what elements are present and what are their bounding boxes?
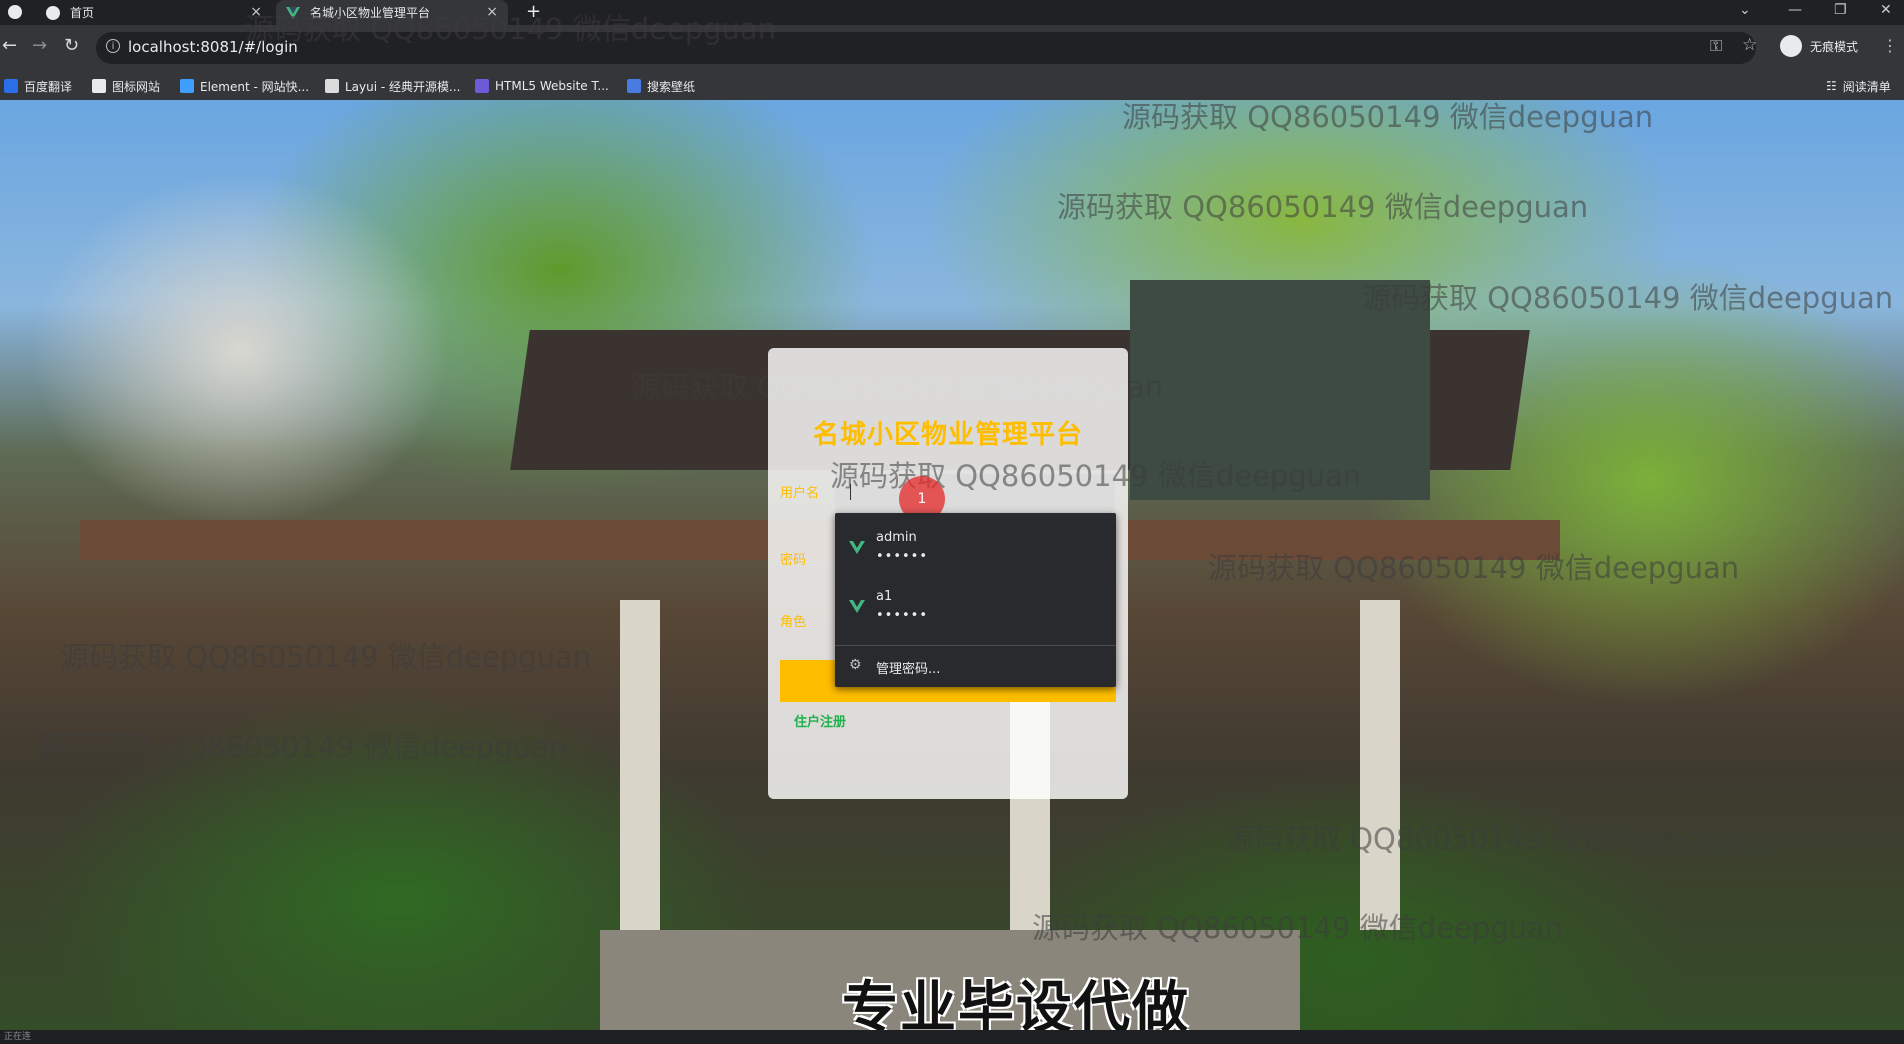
back-icon[interactable]: ← — [2, 35, 17, 56]
watermark: 源码获取 QQ86050149 微信deepguan — [1225, 822, 1757, 856]
watermark: 源码获取 QQ86050149 微信deepguan — [1362, 281, 1894, 315]
bookmark-item[interactable]: 图标网站 — [92, 72, 160, 100]
manage-passwords-item[interactable]: ⚙ 管理密码... — [835, 652, 1116, 682]
gear-icon: ⚙ — [849, 657, 862, 673]
divider — [835, 645, 1116, 646]
restore-icon[interactable]: ❐ — [1834, 2, 1847, 18]
bookmark-item[interactable]: Layui - 经典开源模... — [325, 72, 460, 100]
account-password: •••••• — [876, 608, 929, 623]
account-password: •••••• — [876, 549, 929, 564]
tab-search-icon[interactable]: ⌄ — [1739, 2, 1751, 18]
incognito-label: 无痕模式 — [1810, 39, 1859, 54]
element-icon — [180, 79, 194, 93]
watermark: 源码获取 QQ86050149 微信deepguan — [36, 730, 568, 764]
watermark: 源码获取 QQ86050149 微信deepguan — [1208, 551, 1740, 585]
status-bar — [0, 1030, 1904, 1040]
autofill-account[interactable]: a1 •••••• — [835, 578, 1116, 636]
reading-list-button[interactable]: ☷ 阅读清单 — [1826, 72, 1891, 100]
tab-title: 首页 — [70, 6, 95, 20]
bookmark-label: Element - 网站快... — [200, 79, 310, 94]
bookmark-label: HTML5 Website T... — [495, 79, 609, 93]
bookmark-item[interactable]: Element - 网站快... — [180, 72, 309, 100]
watermark: 源码获取 QQ86050149 微信deepguan — [60, 640, 592, 674]
window-close-icon[interactable]: ✕ — [1880, 2, 1892, 18]
autofill-account[interactable]: admin •••••• — [835, 519, 1116, 577]
more-icon[interactable]: ⋮ — [1882, 36, 1898, 55]
account-username: admin — [876, 530, 917, 545]
reading-list-icon: ☷ — [1826, 79, 1837, 93]
wallpaper-icon — [627, 79, 641, 93]
bookmark-label: 搜索壁纸 — [647, 79, 696, 94]
info-icon[interactable]: i — [106, 39, 120, 53]
incognito-icon — [1780, 35, 1802, 57]
role-label: 角色 — [780, 615, 807, 630]
password-label: 密码 — [780, 553, 807, 568]
watermark: 源码获取 QQ86050149 微信deepguan — [245, 12, 777, 46]
bookmark-item[interactable]: 搜索壁纸 — [627, 72, 695, 100]
watermark: 源码获取 QQ86050149 微信deepguan — [1122, 100, 1654, 134]
reload-icon[interactable]: ↻ — [64, 35, 79, 56]
watermark: 源码获取 QQ86050149 微信deepguan — [1032, 911, 1564, 945]
porch-pillar — [1360, 600, 1400, 930]
flag-icon — [92, 79, 106, 93]
incognito-indicator[interactable]: 无痕模式 — [1780, 35, 1858, 57]
bookmark-label: 百度翻译 — [24, 79, 73, 94]
forward-icon[interactable]: → — [32, 35, 47, 56]
status-text: 正在连 — [4, 1032, 32, 1042]
bookmark-item[interactable]: HTML5 Website T... — [475, 72, 609, 100]
tab-home[interactable]: 首页 × — [36, 0, 272, 25]
bookmark-item[interactable]: 百度翻译 — [4, 72, 72, 100]
watermark: 源码获取 QQ86050149 微信deepguan — [1057, 190, 1589, 224]
username-label: 用户名 — [780, 486, 820, 501]
layui-icon — [325, 79, 339, 93]
reading-list-label: 阅读清单 — [1842, 79, 1891, 94]
bookmark-label: Layui - 经典开源模... — [345, 79, 461, 94]
browser-menu-icon[interactable] — [8, 5, 22, 19]
bookmark-label: 图标网站 — [112, 79, 161, 94]
html5-icon — [475, 79, 489, 93]
globe-icon — [46, 5, 60, 20]
manage-passwords-label: 管理密码... — [876, 662, 941, 677]
vue-icon — [849, 541, 865, 554]
star-icon[interactable]: ☆ — [1742, 35, 1757, 55]
minimize-icon[interactable]: — — [1788, 2, 1802, 18]
vue-icon — [849, 600, 865, 613]
page-title: 名城小区物业管理平台 — [812, 420, 1083, 450]
key-icon[interactable]: ⚿ — [1710, 36, 1722, 56]
porch-pillar — [620, 600, 660, 930]
account-username: a1 — [876, 589, 893, 604]
register-link[interactable]: 住户注册 — [794, 711, 846, 730]
translate-icon — [4, 79, 18, 93]
